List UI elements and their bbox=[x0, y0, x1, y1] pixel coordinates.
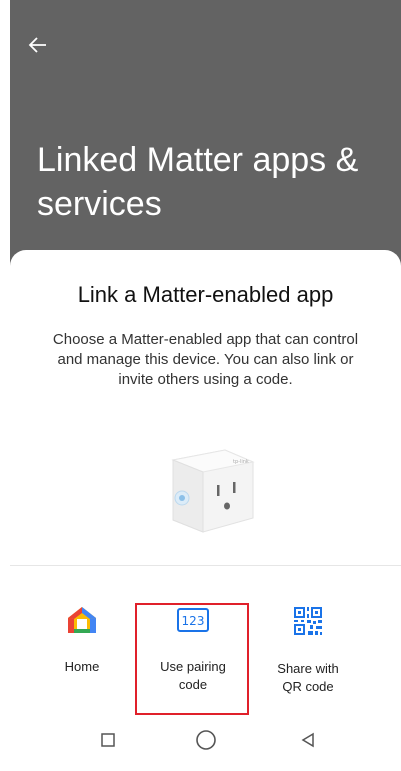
share-qr-code-button[interactable]: Share with QR code bbox=[258, 605, 358, 696]
back-arrow-icon[interactable] bbox=[28, 32, 56, 60]
screen: Linked Matter apps & services Link a Mat… bbox=[10, 0, 401, 771]
page-title: Linked Matter apps & services bbox=[37, 141, 359, 223]
svg-text:tp-link: tp-link bbox=[233, 459, 249, 465]
back-triangle-icon[interactable] bbox=[300, 732, 316, 753]
home-option-button[interactable]: Home bbox=[40, 605, 124, 676]
sheet-title: Link a Matter-enabled app bbox=[77, 282, 334, 307]
recents-square-icon[interactable] bbox=[100, 732, 116, 753]
bottom-sheet: Link a Matter-enabled app Choose a Matte… bbox=[10, 250, 401, 771]
highlight-box bbox=[135, 603, 249, 715]
background-page: Linked Matter apps & services bbox=[10, 0, 401, 290]
qr-code-icon bbox=[258, 605, 358, 642]
share-qr-code-label: Share with QR code bbox=[277, 661, 339, 694]
divider bbox=[10, 565, 401, 566]
home-circle-icon[interactable] bbox=[195, 729, 217, 756]
google-home-icon bbox=[40, 605, 124, 640]
sheet-description: Choose a Matter-enabled app that can con… bbox=[52, 331, 359, 388]
home-option-label: Home bbox=[64, 659, 100, 674]
system-nav-bar bbox=[10, 720, 401, 771]
smart-plug-image: tp-link bbox=[155, 440, 265, 540]
